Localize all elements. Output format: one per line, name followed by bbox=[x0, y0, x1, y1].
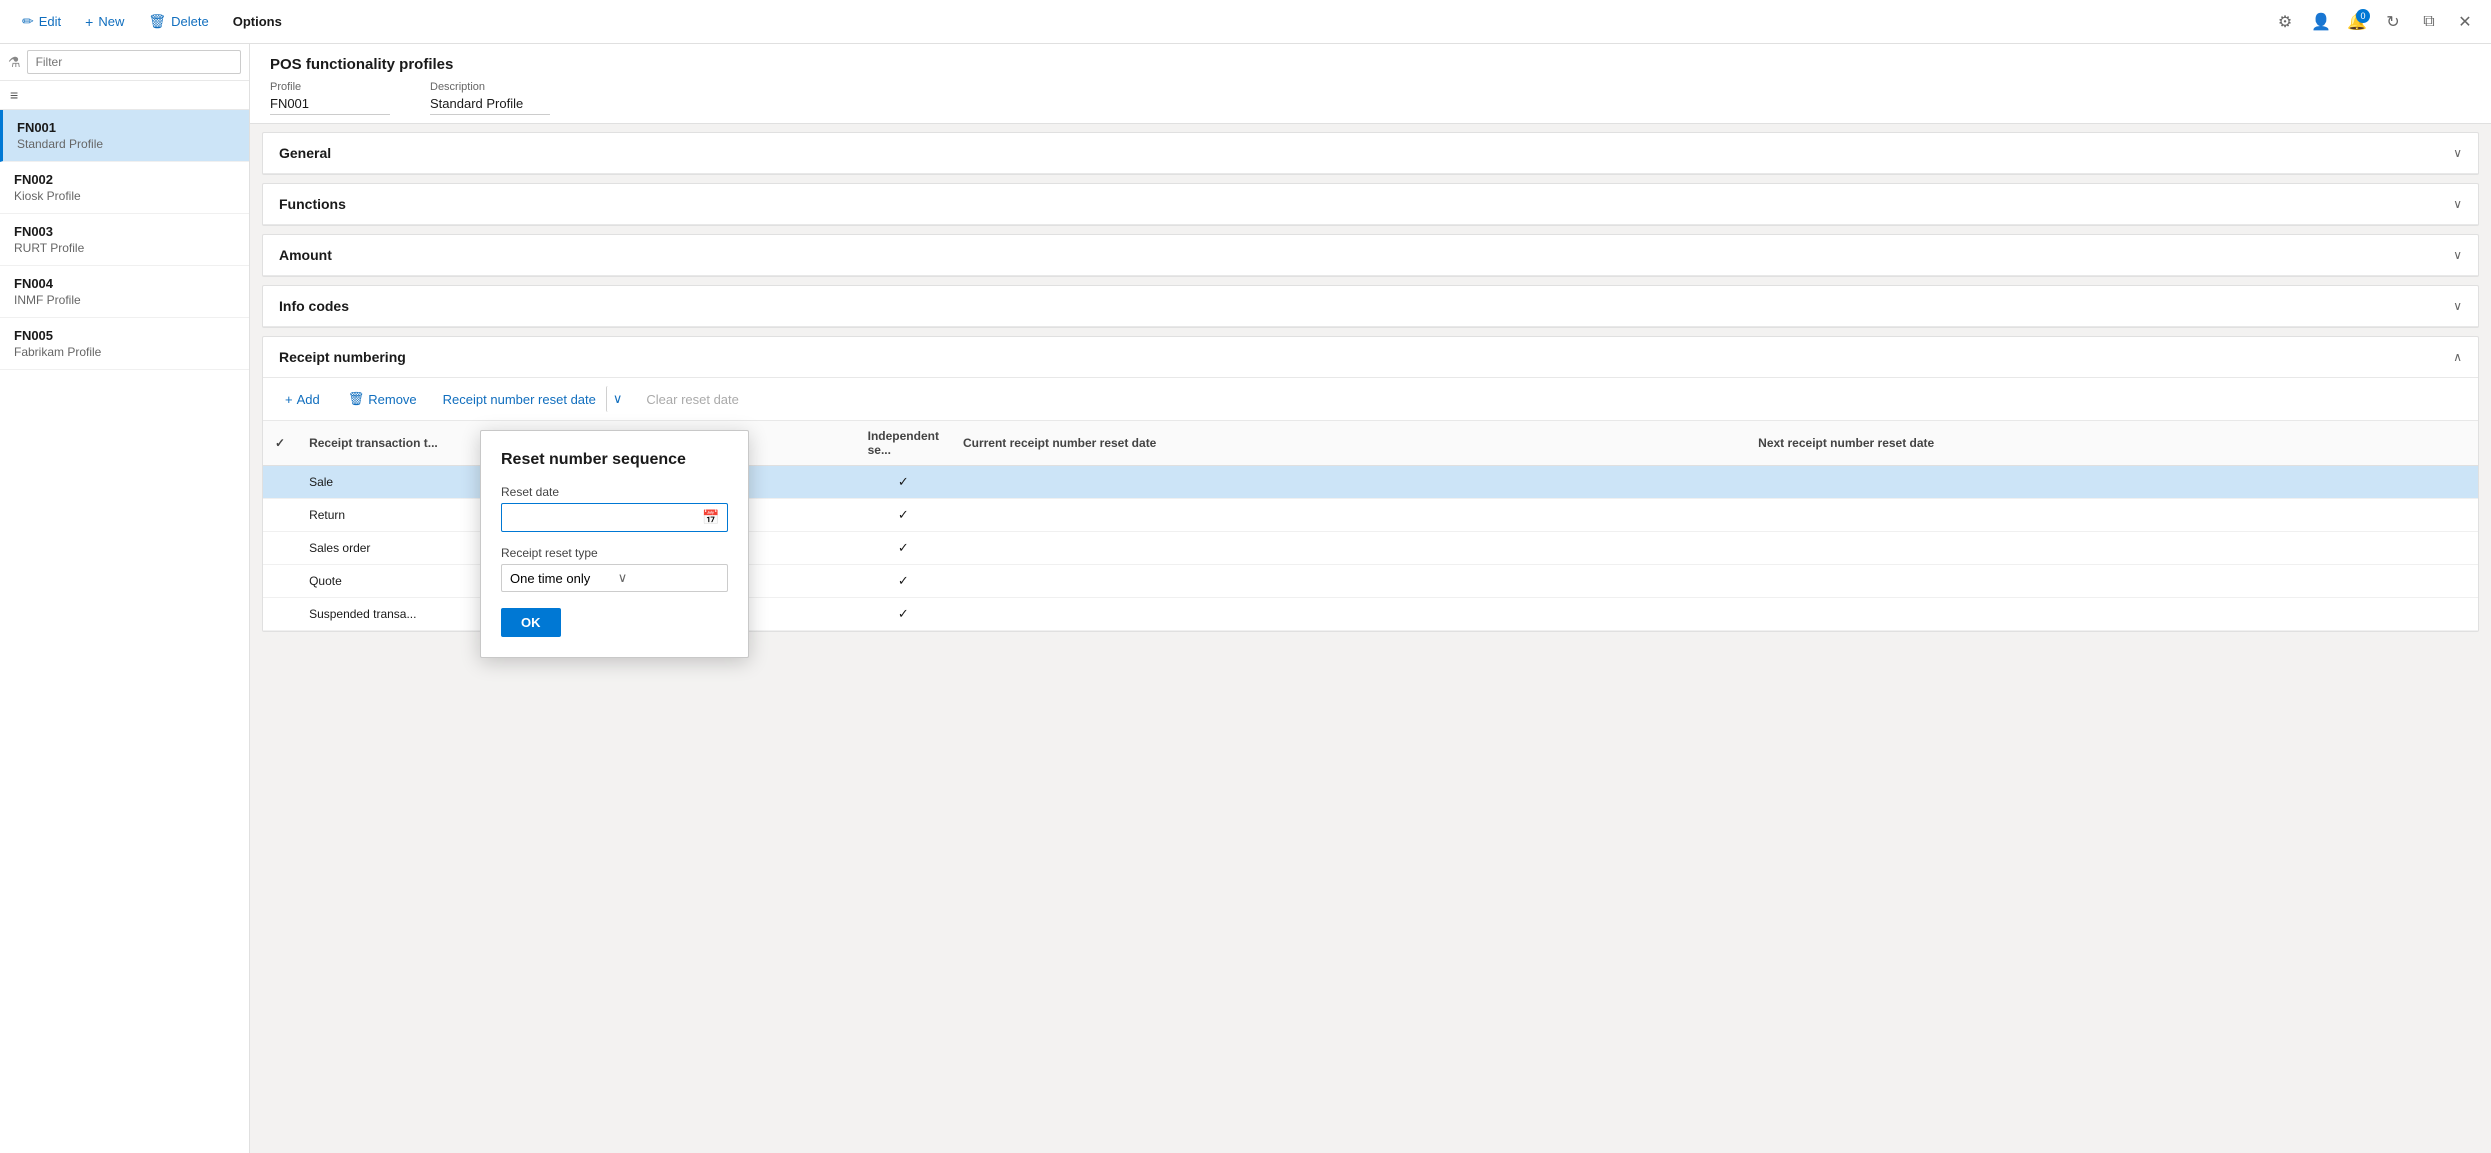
dialog-footer: OK bbox=[501, 608, 728, 637]
dialog-overlay: Reset number sequence Reset date 📅 Recei… bbox=[0, 0, 2491, 1153]
receipt-reset-type-field: Receipt reset type One time only ∨ bbox=[501, 546, 728, 592]
receipt-reset-type-label: Receipt reset type bbox=[501, 546, 728, 560]
receipt-reset-type-value: One time only bbox=[510, 571, 612, 586]
receipt-reset-type-select[interactable]: One time only ∨ bbox=[501, 564, 728, 592]
reset-date-input-wrap: 📅 bbox=[501, 503, 728, 532]
select-arrow-icon: ∨ bbox=[618, 570, 720, 586]
reset-date-input[interactable] bbox=[502, 505, 694, 530]
dialog-title: Reset number sequence bbox=[501, 451, 728, 469]
calendar-icon[interactable]: 📅 bbox=[694, 504, 727, 531]
reset-date-label: Reset date bbox=[501, 485, 728, 499]
ok-button[interactable]: OK bbox=[501, 608, 561, 637]
reset-number-sequence-dialog: Reset number sequence Reset date 📅 Recei… bbox=[480, 430, 749, 658]
reset-date-field: Reset date 📅 bbox=[501, 485, 728, 532]
